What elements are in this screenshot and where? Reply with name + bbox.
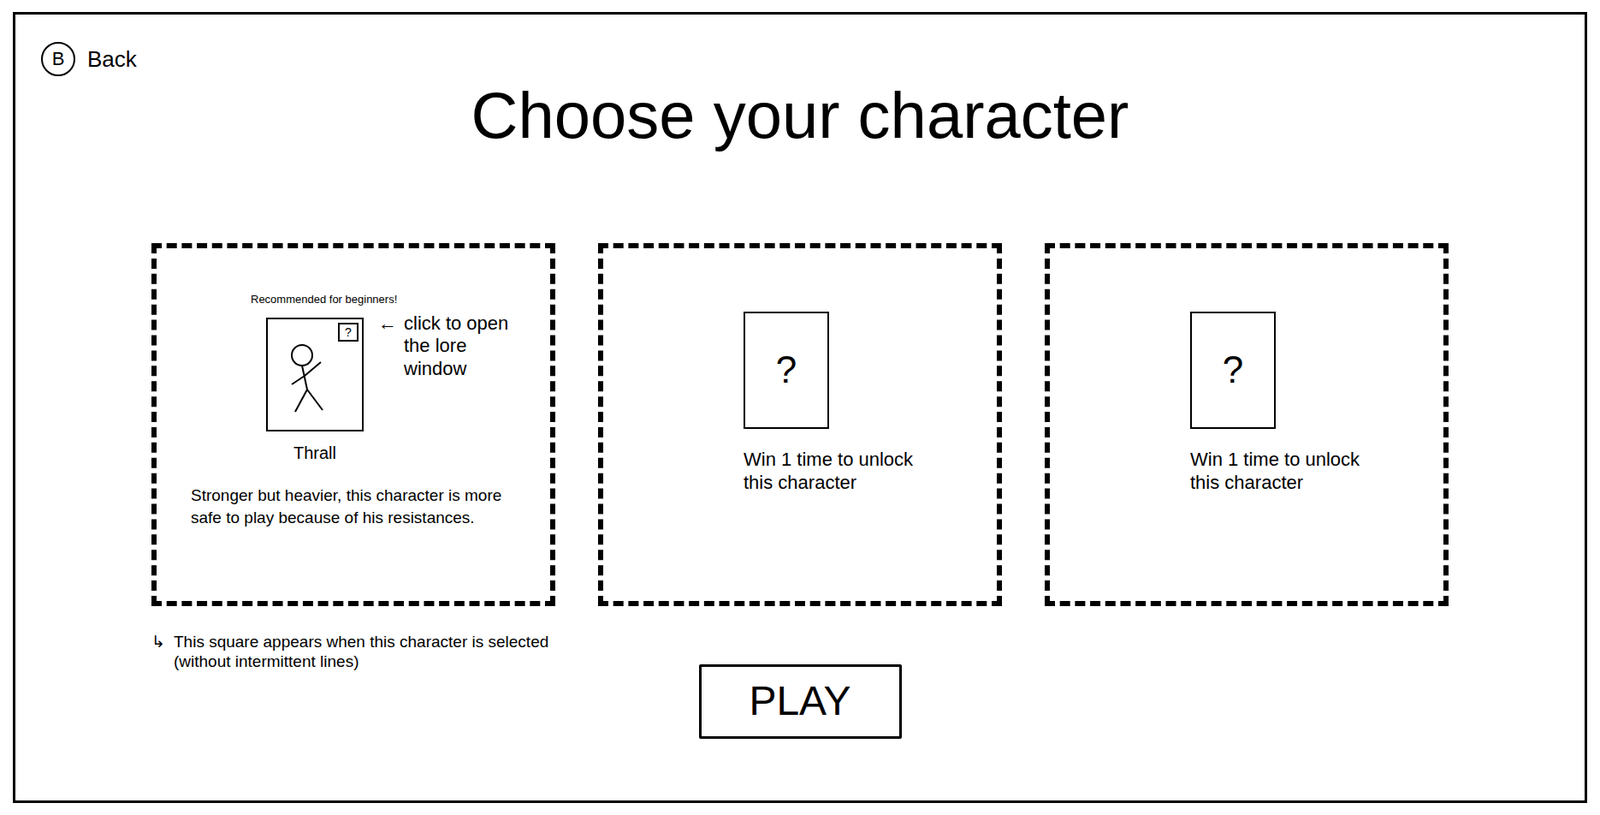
portrait-row: ?Thrall←click to open the lore window (263, 317, 551, 466)
unlock-hint: Win 1 time to unlock this character (743, 447, 915, 495)
character-name: Thrall (293, 439, 337, 466)
play-column: PLAY (598, 605, 1002, 739)
character-details: Recommended for beginners!? Thrall ←click … (156, 290, 551, 529)
note-column: ↳This square appears when this character… (151, 605, 556, 739)
character-card[interactable]: Recommended for beginners!? Thrall ←click … (151, 242, 556, 606)
character-card[interactable]: ? Win 1 time to unlock this character (1044, 242, 1449, 606)
character-card[interactable]: ? Win 1 time to unlock this character (598, 242, 1002, 606)
play-button[interactable]: PLAY (699, 663, 902, 739)
back-label[interactable]: Back (87, 42, 137, 77)
character-portrait[interactable]: ? (266, 317, 364, 432)
empty-column (1044, 605, 1449, 739)
beginner-badge: Recommended for beginners! (250, 290, 551, 309)
lore-button[interactable]: ? (337, 322, 359, 342)
locked-portrait: ? (1190, 311, 1276, 429)
page-title: Choose your character (41, 79, 1559, 152)
selection-annotation: ↳This square appears when this character… (151, 631, 556, 673)
back-button[interactable]: B Back (41, 38, 1559, 80)
character-list: Recommended for beginners!? Thrall ←click … (41, 242, 1559, 606)
locked-details: ? Win 1 time to unlock this character (743, 311, 980, 495)
portrait-column: ? Thrall (263, 317, 367, 466)
arrow-icon: ← (378, 312, 398, 380)
unlock-hint: Win 1 time to unlock this character (1190, 447, 1362, 495)
stick-figure-icon (276, 336, 345, 422)
screen-frame: B BackChoose your character Recommended fo… (12, 11, 1588, 803)
b-key-icon[interactable]: B (41, 41, 76, 77)
arrow-icon: ↳ (151, 631, 166, 673)
annotation-text: This square appears when this character … (173, 631, 556, 673)
character-description: Stronger but heavier, this character is … (190, 484, 525, 528)
locked-details: ? Win 1 time to unlock this character (1190, 311, 1427, 495)
annotation-text: click to open the lore window (403, 312, 533, 380)
lore-annotation: ←click to open the lore window (378, 312, 533, 380)
bottom-row: ↳This square appears when this character… (41, 605, 1559, 739)
locked-portrait: ? (743, 311, 830, 429)
